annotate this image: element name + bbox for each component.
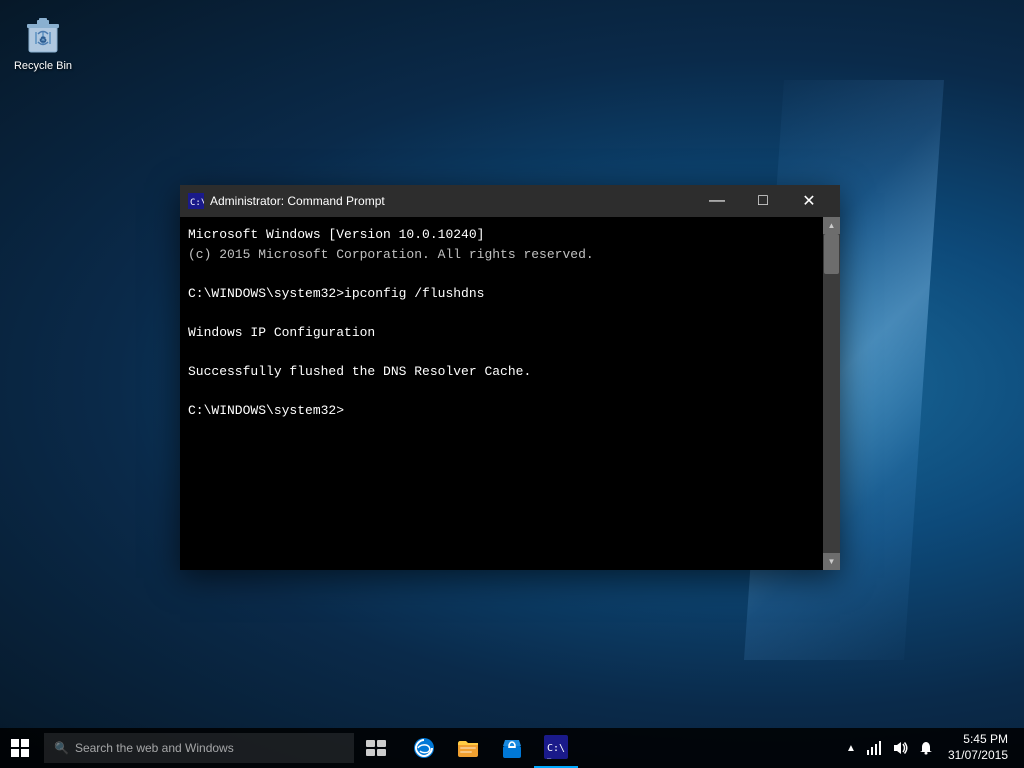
taskbar-app-cmd[interactable]: C:\ _ — [534, 728, 578, 768]
recycle-bin-label: Recycle Bin — [14, 60, 72, 72]
clock-area[interactable]: 5:45 PM 31/07/2015 — [940, 728, 1016, 767]
task-view-icon — [366, 740, 386, 756]
desktop: ♻ Recycle Bin C:\ Administrator: Command… — [0, 0, 1024, 768]
recycle-bin-icon[interactable]: ♻ Recycle Bin — [8, 8, 78, 76]
cmd-line-5 — [188, 303, 815, 323]
cmd-scrollbar[interactable]: ▲ ▼ — [823, 217, 840, 570]
cmd-line-4: C:\WINDOWS\system32>ipconfig /flushdns — [188, 284, 815, 304]
cmd-line-2: (c) 2015 Microsoft Corporation. All righ… — [188, 245, 815, 265]
svg-text:♻: ♻ — [39, 35, 47, 45]
windows-logo-icon — [11, 739, 29, 757]
notification-bell-icon — [918, 740, 934, 756]
cmd-line-8: Successfully flushed the DNS Resolver Ca… — [188, 362, 815, 382]
store-icon — [500, 736, 524, 760]
cmd-line-6: Windows IP Configuration — [188, 323, 815, 343]
taskbar-app-edge[interactable] — [402, 728, 446, 768]
taskbar-tray: ▲ — [842, 728, 1024, 768]
scrollbar-down-btn[interactable]: ▼ — [823, 553, 840, 570]
clock-time: 5:45 PM — [963, 732, 1008, 748]
taskbar-app-explorer[interactable] — [446, 728, 490, 768]
cmd-prompt-line: C:\WINDOWS\system32> — [188, 401, 815, 421]
cmd-line-3 — [188, 264, 815, 284]
svg-text:C:\: C:\ — [190, 198, 204, 208]
task-view-button[interactable] — [354, 728, 398, 768]
taskbar: 🔍 Search the web and Windows — [0, 728, 1024, 768]
file-explorer-icon — [456, 736, 480, 760]
cmd-body: Microsoft Windows [Version 10.0.10240] (… — [180, 217, 840, 570]
cmd-title: Administrator: Command Prompt — [210, 194, 694, 208]
cmd-titlebar-icon: C:\ — [188, 193, 204, 209]
scrollbar-up-btn[interactable]: ▲ — [823, 217, 840, 234]
close-button[interactable]: ✕ — [786, 185, 832, 217]
cmd-line-1: Microsoft Windows [Version 10.0.10240] — [188, 225, 815, 245]
edge-icon — [412, 736, 436, 760]
cmd-titlebar[interactable]: C:\ Administrator: Command Prompt — □ ✕ — [180, 185, 840, 217]
search-placeholder: Search the web and Windows — [75, 741, 234, 755]
cmd-line-7 — [188, 342, 815, 362]
maximize-button[interactable]: □ — [740, 185, 786, 217]
volume-status-icon — [892, 740, 908, 756]
search-bar[interactable]: 🔍 Search the web and Windows — [44, 733, 354, 763]
cmd-window: C:\ Administrator: Command Prompt — □ ✕ … — [180, 185, 840, 570]
recycle-bin-graphic: ♻ — [23, 12, 63, 56]
show-hidden-icons-button[interactable]: ▲ — [842, 728, 860, 768]
cmd-taskbar-icon: C:\ _ — [544, 735, 568, 759]
notifications-icon[interactable] — [914, 728, 938, 768]
taskbar-apps: C:\ _ — [402, 728, 842, 768]
scrollbar-thumb[interactable] — [824, 234, 839, 274]
cmd-content-area[interactable]: Microsoft Windows [Version 10.0.10240] (… — [180, 217, 823, 570]
chevron-up-icon: ▲ — [846, 743, 856, 754]
scrollbar-track[interactable] — [823, 234, 840, 553]
network-status-icon — [866, 740, 882, 756]
volume-icon[interactable] — [888, 728, 912, 768]
clock-date: 31/07/2015 — [948, 748, 1008, 764]
cmd-line-9 — [188, 381, 815, 401]
search-icon: 🔍 — [54, 741, 69, 755]
cmd-window-controls: — □ ✕ — [694, 185, 832, 217]
network-icon[interactable] — [862, 728, 886, 768]
minimize-button[interactable]: — — [694, 185, 740, 217]
taskbar-app-store[interactable] — [490, 728, 534, 768]
start-button[interactable] — [0, 728, 40, 768]
